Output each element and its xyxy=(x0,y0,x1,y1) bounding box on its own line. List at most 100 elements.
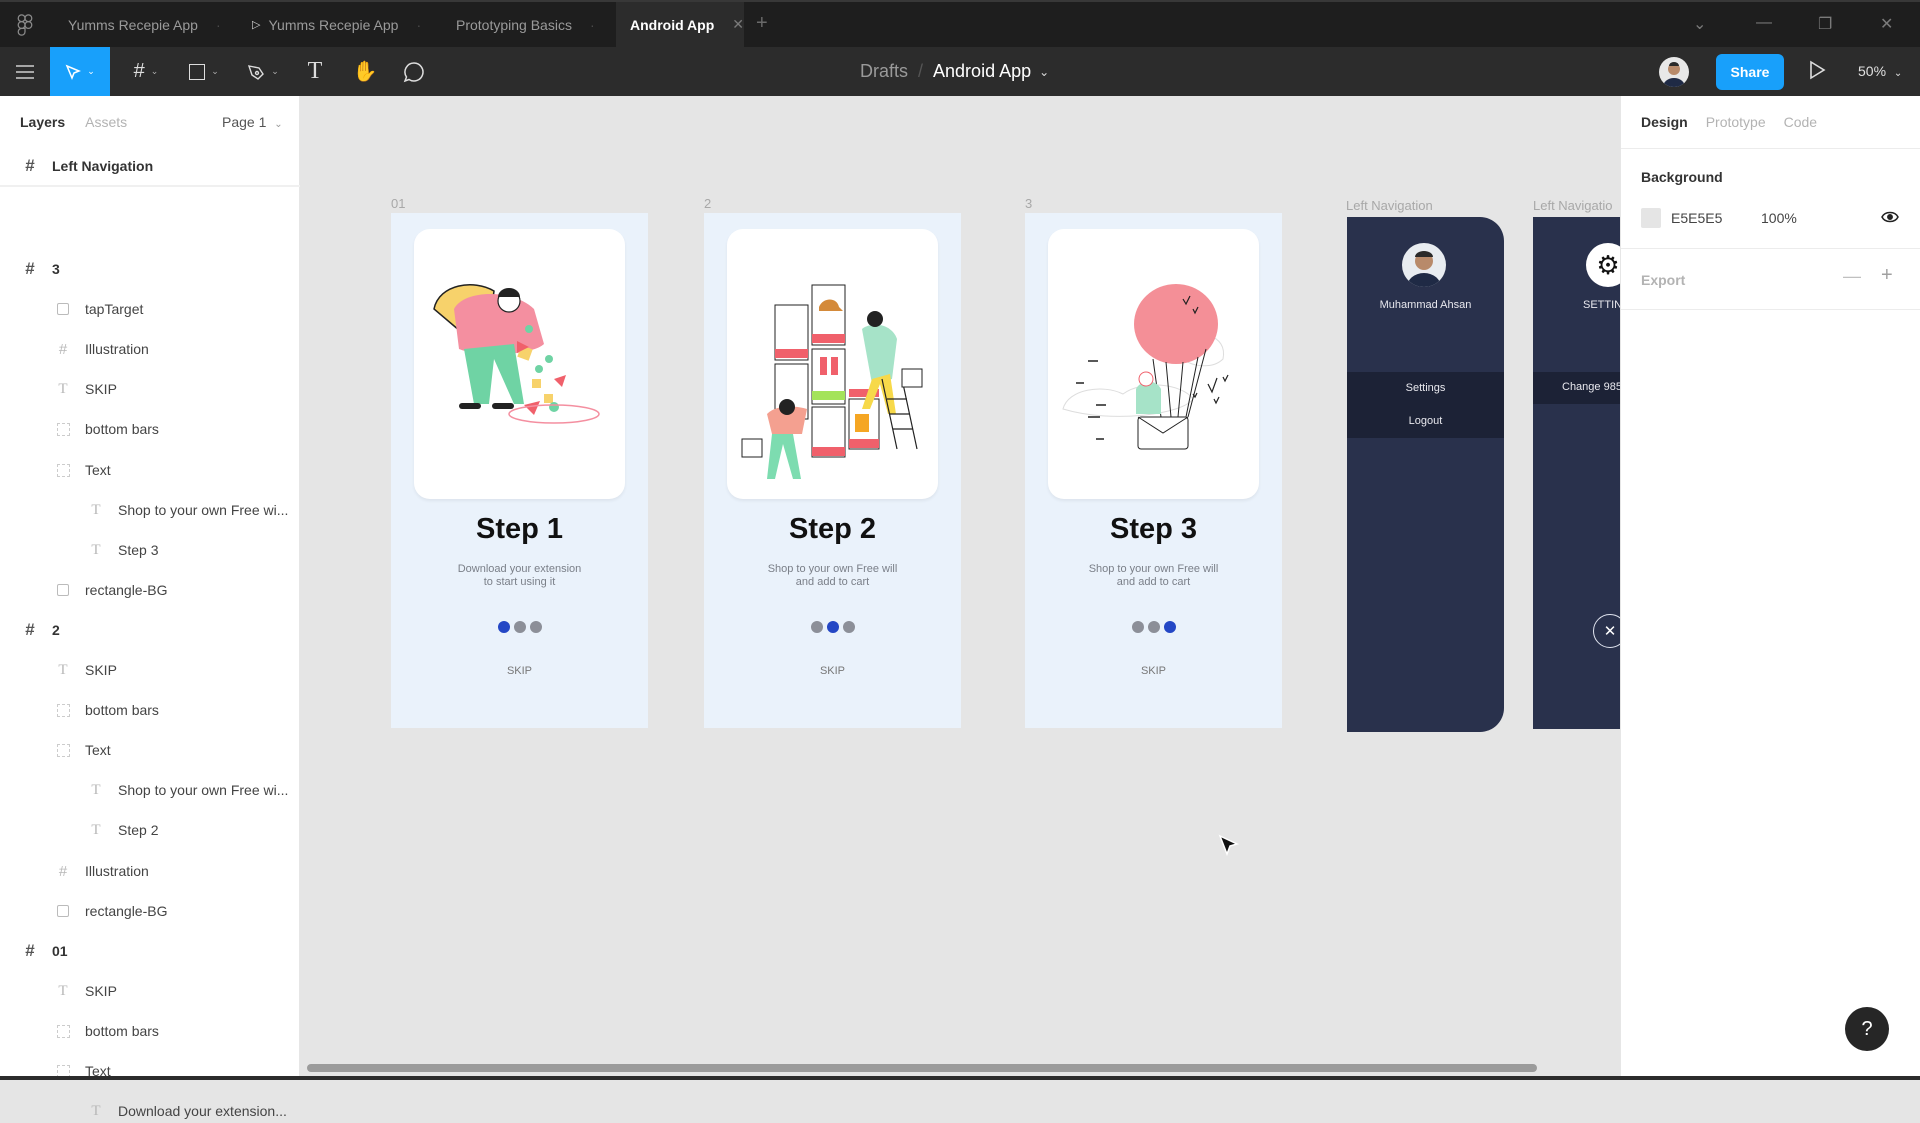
background-color-swatch[interactable] xyxy=(1641,208,1661,228)
layer-row[interactable]: Text xyxy=(55,738,111,762)
frame-step-2[interactable]: Step 2 Shop to your own Free will and ad… xyxy=(704,213,961,728)
user-avatar[interactable] xyxy=(1659,57,1689,87)
page-dot xyxy=(1147,621,1160,633)
chevron-down-icon[interactable]: ⌄ xyxy=(1039,65,1049,79)
tab-assets[interactable]: Assets xyxy=(85,114,127,130)
pen-tool-button[interactable]: ⌄ xyxy=(240,47,286,96)
layer-row[interactable]: rectangle-BG xyxy=(55,899,167,923)
frame-label-01[interactable]: 01 xyxy=(391,196,405,211)
skip-link[interactable]: SKIP xyxy=(391,665,648,677)
gear-icon: ⚙ xyxy=(1596,249,1620,280)
frame-step-1[interactable]: Step 1 Download your extension to start … xyxy=(391,213,648,728)
present-play-button[interactable] xyxy=(1808,60,1826,85)
layer-name: SKIP xyxy=(85,381,117,397)
layer-row[interactable]: # Illustration xyxy=(55,337,149,361)
tab-code[interactable]: Code xyxy=(1784,114,1817,130)
tab-close-icon[interactable]: · xyxy=(590,17,595,33)
nav-item-change[interactable]: Change 985 xyxy=(1562,381,1620,393)
layer-row[interactable]: T Step 3 xyxy=(88,538,158,562)
layer-row[interactable]: T Shop to your own Free wi... xyxy=(88,498,288,522)
step-title: Step 1 xyxy=(475,513,564,545)
comment-bubble-icon xyxy=(403,61,424,82)
tab-close-icon[interactable]: · xyxy=(416,17,421,33)
layer-row[interactable]: bottom bars xyxy=(55,417,159,441)
settings-navigation-frame[interactable]: ⚙ SETTIN Change 985 ✕ xyxy=(1533,217,1620,729)
layer-row[interactable]: # Illustration xyxy=(55,859,149,883)
selected-frame-row[interactable]: # Left Navigation xyxy=(22,154,153,178)
tab-layers[interactable]: Layers xyxy=(20,114,65,130)
comment-tool-button[interactable] xyxy=(398,47,430,96)
layer-row[interactable]: T SKIP xyxy=(55,377,117,401)
frame-label-left-navigation[interactable]: Left Navigation xyxy=(1346,198,1433,213)
left-navigation-frame[interactable]: Muhammad Ahsan Settings Logout xyxy=(1347,217,1504,732)
layer-row[interactable]: T Step 2 xyxy=(88,818,158,842)
share-button[interactable]: Share xyxy=(1716,54,1784,90)
page-selector[interactable]: Page 1 ⌄ xyxy=(222,114,283,130)
help-button[interactable]: ? xyxy=(1845,1007,1889,1051)
group-icon xyxy=(55,743,71,757)
tab-close-icon[interactable]: · xyxy=(216,17,221,33)
text-tool-button[interactable]: T xyxy=(300,47,330,96)
layer-row[interactable]: bottom bars xyxy=(55,698,159,722)
layer-row[interactable]: tapTarget xyxy=(55,297,143,321)
restore-icon[interactable]: ❐ xyxy=(1818,14,1832,34)
chevron-down-icon: ⌄ xyxy=(274,119,283,130)
background-opacity-input[interactable]: 100% xyxy=(1761,210,1797,226)
plus-icon[interactable]: + xyxy=(1881,264,1893,287)
nav-item-settings[interactable]: Settings xyxy=(1347,382,1504,394)
frame-label-3[interactable]: 3 xyxy=(1025,196,1032,211)
layer-row[interactable]: Text xyxy=(55,458,111,482)
frame-hash-icon: # xyxy=(58,862,68,880)
frame-label-left-navigation-2[interactable]: Left Navigatio xyxy=(1533,198,1613,213)
move-tool-button[interactable]: ⌄ xyxy=(50,47,110,96)
layer-row[interactable]: bottom bars xyxy=(55,1019,159,1043)
frame-label-2[interactable]: 2 xyxy=(704,196,711,211)
background-hex-input[interactable]: E5E5E5 xyxy=(1671,210,1722,226)
layer-name: rectangle-BG xyxy=(85,903,168,919)
tab-yumms-recepie-app-prototype[interactable]: ▷ Yumms Recepie App · xyxy=(238,2,438,47)
tab-close-icon[interactable]: ✕ xyxy=(732,16,744,33)
file-name[interactable]: Android App xyxy=(933,61,1031,82)
layer-row[interactable]: T SKIP xyxy=(55,658,117,682)
illustration-card xyxy=(1048,229,1259,499)
step-title: Step 2 xyxy=(788,513,877,545)
skip-link[interactable]: SKIP xyxy=(1025,665,1282,677)
frame-step-3[interactable]: Step 3 Shop to your own Free will and ad… xyxy=(1025,213,1282,728)
layer-row[interactable]: rectangle-BG xyxy=(55,578,167,602)
canvas[interactable]: 01 Step 1 Download your extension to sta… xyxy=(300,96,1620,1076)
layer-name: Illustration xyxy=(85,863,149,879)
layer-name: SKIP xyxy=(85,983,117,999)
text-t-icon: T xyxy=(91,1102,101,1119)
visibility-eye-icon[interactable] xyxy=(1881,210,1899,228)
hand-icon: ✋ xyxy=(352,61,378,83)
layer-row[interactable]: T Shop to your own Free wi... xyxy=(88,778,288,802)
tab-prototyping-basics[interactable]: Prototyping Basics · xyxy=(442,2,612,47)
figma-logo-icon[interactable] xyxy=(16,14,34,36)
zoom-dropdown[interactable]: 50% ⌄ xyxy=(1858,63,1902,79)
horizontal-scrollbar[interactable] xyxy=(307,1064,1537,1072)
layer-row[interactable]: T SKIP xyxy=(55,979,117,1003)
layer-row[interactable]: #2 xyxy=(22,618,60,642)
hand-tool-button[interactable]: ✋ xyxy=(350,47,380,96)
nav-item-logout[interactable]: Logout xyxy=(1347,415,1504,427)
layer-row[interactable]: T Download your extension... xyxy=(88,1099,286,1123)
chevron-down-icon[interactable]: ⌄ xyxy=(1693,14,1706,34)
minimize-icon[interactable]: — xyxy=(1756,14,1772,32)
tab-android-app[interactable]: Android App ✕ xyxy=(616,2,744,47)
main-menu-button[interactable] xyxy=(10,47,40,96)
layer-name: bottom bars xyxy=(85,421,159,437)
tab-yumms-recepie-app[interactable]: Yumms Recepie App · xyxy=(54,2,238,47)
layer-row[interactable]: #3 xyxy=(22,257,60,281)
page-name: Page 1 xyxy=(222,114,267,130)
tab-prototype[interactable]: Prototype xyxy=(1706,114,1766,130)
shape-tool-button[interactable]: ⌄ xyxy=(182,47,226,96)
tab-design[interactable]: Design xyxy=(1641,114,1688,130)
new-tab-plus-icon[interactable]: + xyxy=(756,12,768,35)
minus-icon[interactable]: — xyxy=(1843,266,1861,287)
close-icon[interactable]: ✕ xyxy=(1593,614,1620,648)
skip-link[interactable]: SKIP xyxy=(704,665,961,677)
breadcrumb-drafts[interactable]: Drafts xyxy=(860,61,908,82)
close-window-icon[interactable]: ✕ xyxy=(1880,14,1893,34)
frame-tool-button[interactable]: # ⌄ xyxy=(124,47,168,96)
layer-row[interactable]: #01 xyxy=(22,939,67,963)
